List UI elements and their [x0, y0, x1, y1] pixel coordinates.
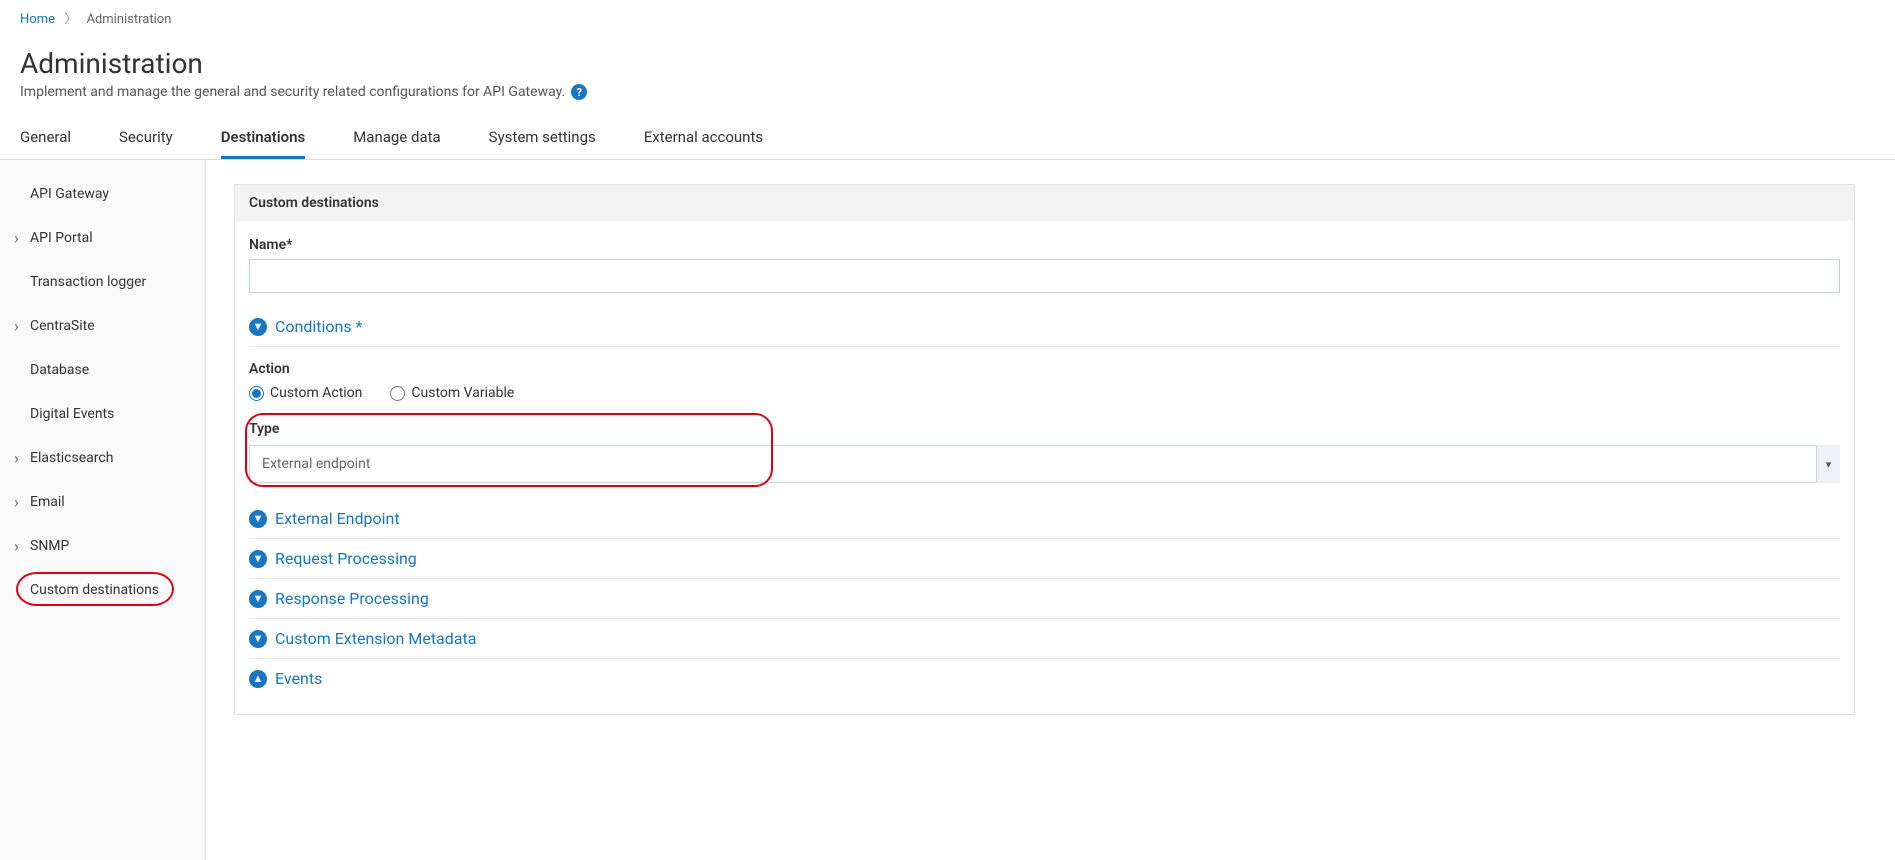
- sidebar-item-snmp[interactable]: SNMP: [0, 524, 205, 568]
- radio-custom-variable-input[interactable]: [390, 386, 405, 401]
- page-subtitle: Implement and manage the general and sec…: [20, 84, 1875, 100]
- response-processing-section-link[interactable]: Response Processing: [275, 589, 429, 608]
- breadcrumb-current: Administration: [86, 12, 171, 27]
- radio-custom-variable[interactable]: Custom Variable: [390, 385, 514, 401]
- tab-system-settings[interactable]: System settings: [489, 122, 596, 159]
- chevron-down-icon[interactable]: ▼: [249, 630, 267, 648]
- chevron-down-icon[interactable]: ▼: [249, 510, 267, 528]
- action-label: Action: [249, 361, 1840, 377]
- sidebar-item-centrasite[interactable]: CentraSite: [0, 304, 205, 348]
- tab-destinations[interactable]: Destinations: [221, 122, 305, 159]
- request-processing-section-link[interactable]: Request Processing: [275, 549, 417, 568]
- custom-extension-metadata-section-link[interactable]: Custom Extension Metadata: [275, 629, 476, 648]
- type-label: Type: [249, 421, 1840, 437]
- tab-bar: General Security Destinations Manage dat…: [0, 122, 1895, 160]
- help-icon[interactable]: ?: [571, 84, 587, 100]
- chevron-down-icon[interactable]: ▾: [1816, 445, 1840, 483]
- radio-custom-action-input[interactable]: [249, 386, 264, 401]
- chevron-down-icon[interactable]: ▼: [249, 318, 267, 336]
- type-select-value: External endpoint: [262, 456, 371, 472]
- custom-destinations-panel: Custom destinations Name* ▼ Conditions *…: [234, 184, 1855, 715]
- radio-custom-variable-label: Custom Variable: [411, 385, 514, 401]
- page-header: Administration Implement and manage the …: [0, 35, 1895, 104]
- radio-custom-action[interactable]: Custom Action: [249, 385, 362, 401]
- sidebar: API Gateway API Portal Transaction logge…: [0, 160, 206, 860]
- sidebar-item-custom-destinations[interactable]: Custom destinations: [0, 568, 205, 612]
- sidebar-item-transaction-logger[interactable]: Transaction logger: [0, 260, 205, 304]
- conditions-section-link[interactable]: Conditions *: [275, 317, 363, 336]
- chevron-down-icon[interactable]: ▼: [249, 550, 267, 568]
- breadcrumb-separator-icon: 〉: [64, 12, 77, 27]
- sidebar-item-api-gateway[interactable]: API Gateway: [0, 172, 205, 216]
- sidebar-item-label: Custom destinations: [30, 582, 159, 598]
- content-area: Custom destinations Name* ▼ Conditions *…: [206, 160, 1895, 860]
- tab-security[interactable]: Security: [119, 122, 173, 159]
- sidebar-item-digital-events[interactable]: Digital Events: [0, 392, 205, 436]
- breadcrumb-home-link[interactable]: Home: [20, 12, 55, 27]
- external-endpoint-section-link[interactable]: External Endpoint: [275, 509, 400, 528]
- tab-manage-data[interactable]: Manage data: [353, 122, 440, 159]
- chevron-down-icon[interactable]: ▼: [249, 590, 267, 608]
- tab-general[interactable]: General: [20, 122, 71, 159]
- sidebar-item-elasticsearch[interactable]: Elasticsearch: [0, 436, 205, 480]
- tab-external-accounts[interactable]: External accounts: [644, 122, 763, 159]
- sidebar-item-database[interactable]: Database: [0, 348, 205, 392]
- radio-custom-action-label: Custom Action: [270, 385, 362, 401]
- sidebar-item-email[interactable]: Email: [0, 480, 205, 524]
- name-label: Name*: [249, 237, 1840, 253]
- name-input[interactable]: [249, 259, 1840, 293]
- page-title: Administration: [20, 47, 1875, 80]
- chevron-up-icon[interactable]: ▲: [249, 670, 267, 688]
- type-select[interactable]: External endpoint: [249, 445, 1840, 483]
- breadcrumb: Home 〉 Administration: [0, 0, 1895, 35]
- panel-title: Custom destinations: [235, 185, 1854, 221]
- page-subtitle-text: Implement and manage the general and sec…: [20, 84, 565, 100]
- sidebar-item-api-portal[interactable]: API Portal: [0, 216, 205, 260]
- events-section-link[interactable]: Events: [275, 669, 322, 688]
